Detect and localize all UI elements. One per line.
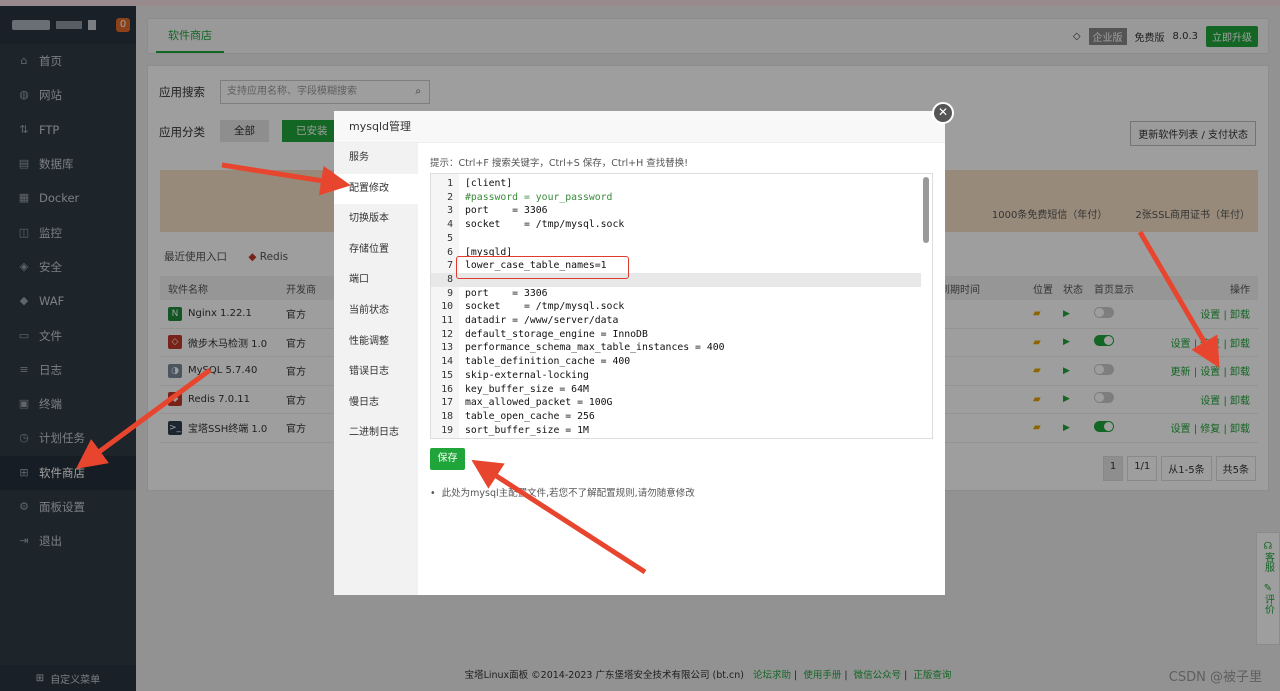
code-text: skip-external-locking: [465, 369, 589, 381]
line-number: 7: [447, 260, 453, 272]
code-line: 2 #password = your_password: [431, 191, 921, 205]
code-line: 19 sort_buffer_size = 1M: [431, 424, 921, 438]
code-line: 16 key_buffer_size = 64M: [431, 383, 921, 397]
config-note: • 此处为mysql主配置文件,若您不了解配置规则,请勿随意修改: [430, 488, 695, 499]
code-line: 12 default_storage_engine = InnoDB: [431, 328, 921, 342]
code-text: max_allowed_packet = 100G: [465, 397, 613, 409]
dialog-nav-item[interactable]: 服务: [334, 143, 418, 174]
code-line: 10 socket = /tmp/mysql.sock: [431, 300, 921, 314]
line-number: 18: [441, 410, 453, 422]
dialog-title: mysqld管理: [334, 111, 945, 143]
mysqld-dialog: mysqld管理 服务 配置修改 切换版本 存储位置 端口 当前状态 性能调整 错误日志 慢日志…: [334, 111, 945, 595]
line-number: 12: [441, 328, 453, 340]
line-number: 14: [441, 356, 453, 368]
line-number: 4: [447, 219, 453, 231]
line-number: 3: [447, 205, 453, 217]
code-text: key_buffer_size = 64M: [465, 383, 589, 395]
code-text: sort_buffer_size = 1M: [465, 424, 589, 436]
editor-scrollbar[interactable]: [923, 177, 929, 243]
line-number: 17: [441, 397, 453, 409]
dialog-nav-item[interactable]: 存储位置: [334, 235, 418, 266]
code-text: [client]: [465, 178, 513, 189]
code-text: #password = your_password: [465, 191, 613, 203]
dialog-nav-item[interactable]: 当前状态: [334, 296, 418, 327]
line-number: 10: [441, 301, 453, 313]
line-number: 8: [447, 273, 453, 285]
code-text: socket = /tmp/mysql.sock: [465, 301, 625, 313]
editor-tip: 提示：Ctrl+F 搜索关键字，Ctrl+S 保存，Ctrl+H 查找替换!: [430, 158, 689, 169]
save-button[interactable]: 保存: [430, 448, 465, 470]
line-number: 19: [441, 424, 453, 436]
line-number: 16: [441, 383, 453, 395]
line-number: 9: [447, 287, 453, 299]
code-text: port = 3306: [465, 205, 548, 217]
dialog-nav-item[interactable]: 性能调整: [334, 327, 418, 358]
line-number: 11: [441, 315, 453, 326]
dialog-nav-item[interactable]: 慢日志: [334, 388, 418, 419]
dialog-nav-item[interactable]: 端口: [334, 265, 418, 296]
code-text: socket = /tmp/mysql.sock: [465, 219, 625, 231]
dialog-nav-item[interactable]: 二进制日志: [334, 418, 418, 449]
code-line: 14 table_definition_cache = 400: [431, 355, 921, 369]
code-line: 9 port = 3306: [431, 287, 921, 301]
dialog-nav-item[interactable]: 错误日志: [334, 357, 418, 388]
code-text: port = 3306: [465, 287, 548, 299]
dialog-nav: 服务 配置修改 切换版本 存储位置 端口 当前状态 性能调整 错误日志 慢日志 二进制日志: [334, 143, 418, 595]
code-line: 5: [431, 232, 921, 246]
code-line: 3 port = 3306: [431, 204, 921, 218]
code-line: 17 max_allowed_packet = 100G: [431, 396, 921, 410]
line-number: 15: [441, 369, 453, 381]
code-text: datadir = /www/server/data: [465, 315, 619, 326]
line-number: 5: [447, 232, 453, 244]
config-note-text: 此处为mysql主配置文件,若您不了解配置规则,请勿随意修改: [441, 488, 695, 499]
config-editor[interactable]: 1 [client] 2 #password = your_password 3 port…: [430, 173, 933, 439]
code-text: table_open_cache = 256: [465, 410, 595, 422]
line-number: 13: [441, 342, 453, 354]
code-text: default_storage_engine = InnoDB: [465, 328, 648, 340]
code-line: 18 table_open_cache = 256: [431, 410, 921, 424]
code-text: performance_schema_max_table_instances =…: [465, 342, 725, 354]
code-text: table_definition_cache = 400: [465, 356, 631, 368]
line-number: 6: [447, 246, 453, 258]
code-line: 11 datadir = /www/server/data: [431, 314, 921, 328]
line-number: 2: [447, 191, 453, 203]
code-line: 13 performance_schema_max_table_instances…: [431, 341, 921, 355]
code-line: 15 skip-external-locking: [431, 369, 921, 383]
close-icon[interactable]: ✕: [932, 102, 954, 124]
code-line: 1 [client]: [431, 177, 921, 191]
highlight-box: [456, 256, 629, 279]
line-number: 1: [447, 178, 453, 189]
code-line: 4 socket = /tmp/mysql.sock: [431, 218, 921, 232]
dialog-nav-item[interactable]: 切换版本: [334, 204, 418, 235]
dialog-nav-item[interactable]: 配置修改: [334, 173, 418, 205]
